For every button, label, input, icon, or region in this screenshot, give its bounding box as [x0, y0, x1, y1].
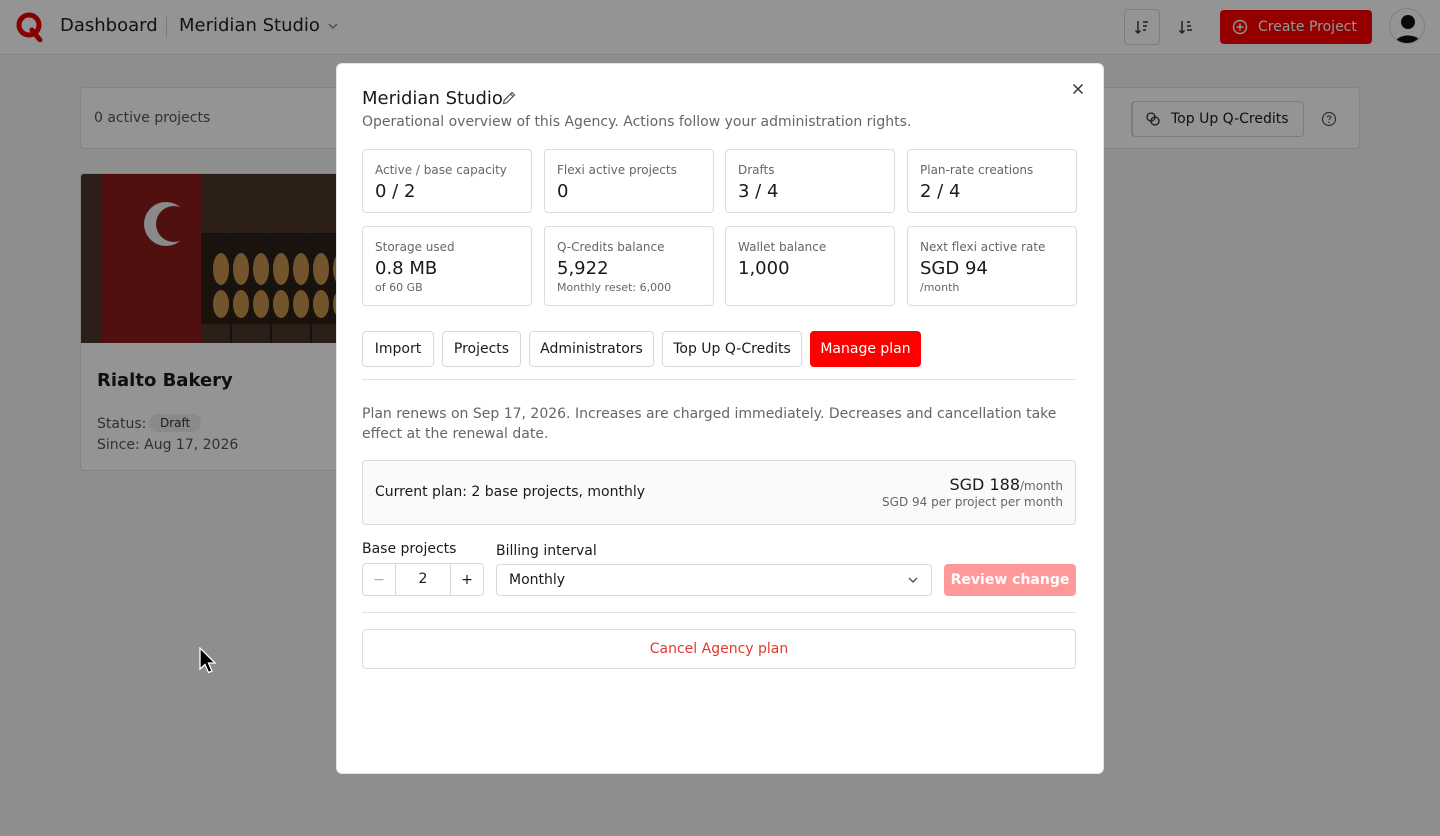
cancel-agency-plan-button[interactable]: Cancel Agency plan	[362, 629, 1076, 669]
stat-value: 0 / 2	[375, 181, 416, 202]
pencil-icon[interactable]	[501, 90, 517, 106]
stat-card-next-flexi-rate: Next flexi active rate SGD 94/month	[907, 226, 1077, 306]
stat-card-active-capacity: Active / base capacity 0 / 2	[362, 149, 532, 213]
stat-label: Q-Credits balance	[557, 240, 665, 254]
stat-card-q-credits-balance: Q-Credits balance 5,922 Monthly reset: 6,0…	[544, 226, 714, 306]
stat-note: of 60 GB	[375, 281, 423, 294]
stat-label: Wallet balance	[738, 240, 827, 254]
base-projects-label: Base projects	[362, 541, 457, 557]
decrement-button[interactable]: −	[363, 564, 396, 595]
billing-interval-value: Monthly	[509, 572, 566, 588]
plan-period: /month	[1020, 479, 1063, 493]
tab-manage-plan[interactable]: Manage plan	[810, 331, 921, 367]
stat-label: Active / base capacity	[375, 163, 507, 177]
stat-label: Storage used	[375, 240, 455, 254]
tab-top-up-q-credits[interactable]: Top Up Q-Credits	[662, 331, 802, 367]
stat-label: Flexi active projects	[557, 163, 677, 177]
base-projects-stepper: − 2 +	[362, 563, 484, 596]
stat-note: Monthly reset: 6,000	[557, 281, 672, 294]
app-background: Dashboard Meridian Studio Create Project	[0, 0, 1440, 836]
chevron-down-icon	[908, 577, 918, 583]
stat-value: 0.8 MB	[375, 258, 438, 279]
stat-label: Drafts	[738, 163, 775, 177]
stat-label: Next flexi active rate	[920, 240, 1046, 254]
renewal-note: Plan renews on Sep 17, 2026. Increases a…	[362, 406, 1057, 442]
stat-label: Plan-rate creations	[920, 163, 1034, 177]
plan-per-project: SGD 94 per project per month	[882, 495, 1063, 509]
current-plan-label: Current plan: 2 base projects, monthly	[375, 484, 646, 500]
close-icon[interactable]	[1070, 81, 1086, 97]
mouse-cursor-icon	[199, 647, 217, 674]
base-projects-value[interactable]: 2	[396, 564, 450, 595]
stat-value: 1,000	[738, 258, 790, 279]
stat-value: 0	[557, 181, 569, 202]
stat-value: 2 / 4	[920, 181, 961, 202]
stat-card-storage-used: Storage used 0.8 MB of 60 GB	[362, 226, 532, 306]
stat-value: SGD 94	[920, 258, 988, 279]
stat-note: /month	[920, 281, 960, 294]
modal-subtitle: Operational overview of this Agency. Act…	[362, 114, 912, 130]
plan-price: SGD 188/month SGD 94 per project per mon…	[882, 475, 1063, 509]
stat-value: 3 / 4	[738, 181, 779, 202]
review-change-button[interactable]: Review change	[944, 564, 1076, 596]
current-plan-box: Current plan: 2 base projects, monthly S…	[362, 460, 1076, 525]
tab-projects[interactable]: Projects	[442, 331, 521, 367]
stat-card-flexi-active: Flexi active projects 0	[544, 149, 714, 213]
stat-value: 5,922	[557, 258, 609, 279]
tab-administrators[interactable]: Administrators	[529, 331, 654, 367]
plan-divider	[362, 612, 1076, 613]
stat-card-drafts: Drafts 3 / 4	[725, 149, 895, 213]
tabs-divider	[362, 379, 1076, 380]
plan-amount: SGD 188	[949, 475, 1021, 494]
agency-modal: Meridian Studio Operational overview of …	[336, 63, 1104, 774]
tab-import[interactable]: Import	[362, 331, 434, 367]
billing-interval-select[interactable]: Monthly	[496, 564, 932, 596]
modal-title: Meridian Studio	[362, 88, 503, 109]
increment-button[interactable]: +	[450, 564, 483, 595]
stat-card-wallet-balance: Wallet balance 1,000	[725, 226, 895, 306]
billing-interval-label: Billing interval	[496, 543, 597, 559]
stat-card-plan-rate-creations: Plan-rate creations 2 / 4	[907, 149, 1077, 213]
